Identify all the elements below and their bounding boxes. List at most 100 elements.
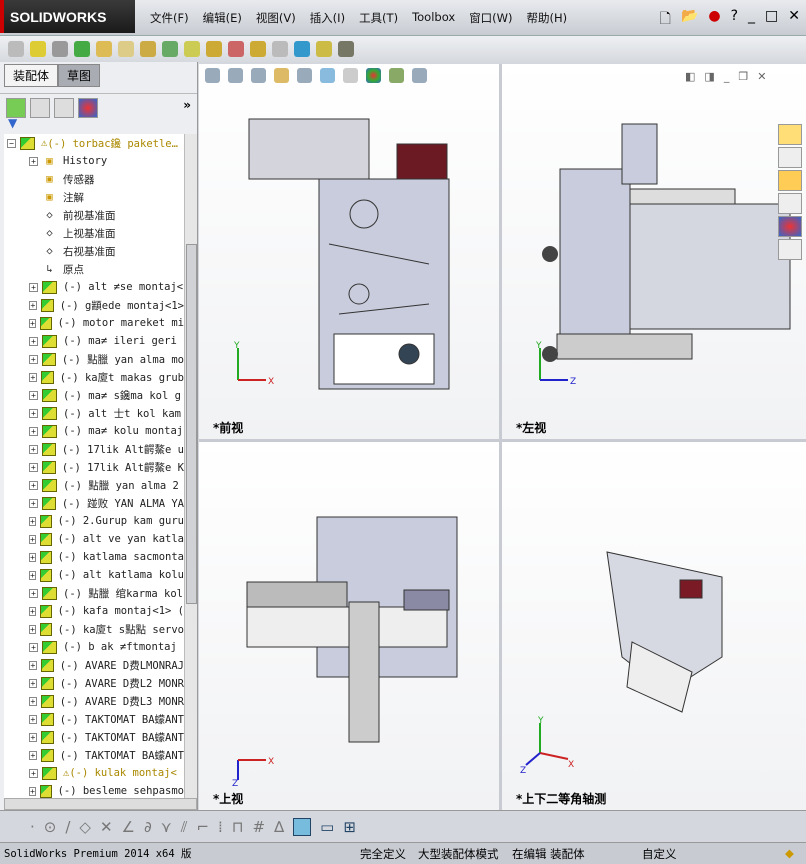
expand-icon[interactable]: + — [29, 534, 37, 544]
menu-view[interactable]: 视图(V) — [256, 10, 296, 26]
expand-icon[interactable]: + — [29, 606, 37, 616]
clearance-icon[interactable] — [316, 41, 332, 57]
expand-icon[interactable]: + — [29, 642, 38, 652]
maximize-button[interactable]: □ — [765, 8, 778, 32]
view-palette-icon[interactable] — [778, 193, 802, 214]
mate-icon[interactable] — [30, 41, 46, 57]
four-view-icon[interactable]: ⊞ — [343, 818, 356, 836]
expand-icon[interactable]: + — [29, 462, 38, 472]
tree-item[interactable]: + (-) AVARE D费L2 MONR — [4, 674, 184, 692]
expand-icon[interactable]: + — [29, 552, 37, 562]
appearance-icon[interactable] — [366, 68, 381, 83]
section-view-icon[interactable] — [274, 68, 289, 83]
tree-root[interactable]: − ⚠ (-) torbac鑱 paketle… — [4, 134, 184, 152]
appearances-icon[interactable] — [778, 216, 802, 237]
expand-icon[interactable]: + — [29, 660, 37, 670]
display-manager-icon[interactable] — [78, 98, 98, 118]
tree-horizontal-scrollbar[interactable] — [4, 798, 197, 810]
expand-icon[interactable]: + — [29, 336, 38, 346]
grid-icon[interactable]: # — [253, 818, 266, 836]
expand-icon[interactable]: + — [29, 696, 37, 706]
expand-icon[interactable]: + — [29, 588, 38, 598]
tree-scrollbar[interactable] — [184, 134, 197, 800]
tree-item[interactable]: + (-) ka廈t makas grub — [4, 368, 184, 386]
explode-line-icon[interactable] — [272, 41, 288, 57]
circle-icon[interactable]: ⊙ — [44, 818, 57, 836]
tree-item[interactable]: + (-) g顓ede montaj<1> — [4, 296, 184, 314]
tree-item[interactable]: + (-) TAKTOMAT BA蠓ANT — [4, 710, 184, 728]
expand-icon[interactable]: + — [29, 354, 38, 364]
tree-item[interactable]: + (-) 2.Gurup kam guru — [4, 512, 184, 530]
expand-icon[interactable]: + — [29, 390, 38, 400]
viewport-splitter-vertical[interactable] — [499, 64, 502, 810]
tree-item[interactable]: ▣ 传感器 — [4, 170, 184, 188]
mirror-icon[interactable]: ⋎ — [161, 818, 172, 836]
angle-icon[interactable]: ∠ — [122, 818, 135, 836]
menu-insert[interactable]: 插入(I) — [310, 10, 345, 26]
expand-icon[interactable]: + — [29, 714, 37, 724]
viewport-close-button[interactable]: ✕ — [757, 70, 766, 83]
view-settings-icon[interactable] — [412, 68, 427, 83]
viewport-minimize-button[interactable]: _ — [724, 70, 730, 83]
insert-component-icon[interactable] — [8, 41, 24, 57]
property-manager-icon[interactable] — [30, 98, 50, 118]
tree-item[interactable]: + (-) 點臘 yan alma mo — [4, 350, 184, 368]
tree-item[interactable]: + (-) TAKTOMAT BA蠓ANT — [4, 746, 184, 764]
tree-item[interactable]: ◇ 右视基准面 — [4, 242, 184, 260]
tree-item[interactable]: + (-) katlama sacmonta — [4, 548, 184, 566]
dimension-icon[interactable]: ⊓ — [232, 818, 244, 836]
tree-item[interactable]: ◇ 上视基准面 — [4, 224, 184, 242]
line-icon[interactable]: / — [65, 818, 70, 836]
performance-icon[interactable] — [338, 41, 354, 57]
expand-icon[interactable]: + — [29, 372, 37, 382]
paperclip-icon[interactable] — [52, 41, 68, 57]
tree-item[interactable]: + (-) kafa montaj<1> ( — [4, 602, 184, 620]
rebuild-icon[interactable]: ● — [708, 8, 720, 32]
viewport-splitter-horizontal[interactable] — [199, 439, 806, 442]
tree-item[interactable]: + (-) AVARE D费L3 MONR — [4, 692, 184, 710]
tag-icon[interactable]: ◆ — [785, 846, 794, 860]
tab-assembly[interactable]: 装配体 — [4, 64, 59, 87]
tree-item[interactable]: + (-) ka廈t s點點 servo — [4, 620, 184, 638]
interference-icon[interactable] — [294, 41, 310, 57]
tree-item[interactable]: + (-) 17lik Alt齶鰲e K — [4, 458, 184, 476]
new-file-icon[interactable]: 🗋 — [660, 8, 671, 32]
tree-item[interactable]: + (-) ma≠ kolu montaj — [4, 422, 184, 440]
tree-item[interactable]: + (-) alt ≠se montaj< — [4, 278, 184, 296]
bom-icon[interactable] — [228, 41, 244, 57]
expand-icon[interactable]: + — [29, 768, 38, 778]
menu-edit[interactable]: 编辑(E) — [203, 10, 242, 26]
tree-item[interactable]: ▣ 注解 — [4, 188, 184, 206]
scene-icon[interactable] — [389, 68, 404, 83]
centerline-icon[interactable]: ⁞ — [218, 818, 223, 836]
expand-icon[interactable]: + — [29, 156, 38, 166]
filter-icon[interactable]: ▼ — [8, 116, 17, 130]
expand-icon[interactable]: + — [29, 426, 38, 436]
design-library-icon[interactable] — [778, 147, 802, 168]
previous-view-icon[interactable] — [251, 68, 266, 83]
expand-icon[interactable]: + — [29, 570, 37, 580]
trim-icon[interactable]: ✕ — [100, 818, 113, 836]
tree-item[interactable]: + (-) alt ve yan katla — [4, 530, 184, 548]
tree-item[interactable]: ◇ 前视基准面 — [4, 206, 184, 224]
new-motion-study-icon[interactable] — [206, 41, 222, 57]
assembly-features-icon[interactable] — [162, 41, 178, 57]
view-3d-icon[interactable] — [293, 817, 312, 836]
menu-help[interactable]: 帮助(H) — [527, 10, 568, 26]
zoom-to-fit-icon[interactable] — [205, 68, 220, 83]
hide-show-icon[interactable] — [343, 68, 358, 83]
tree-item[interactable]: + ⚠ (-) kulak montaj< — [4, 764, 184, 782]
view-orientation-icon[interactable] — [297, 68, 312, 83]
help-icon[interactable]: ? — [731, 8, 738, 32]
tree-item[interactable]: + (-) 點臘 绾karma kol — [4, 584, 184, 602]
file-explorer-icon[interactable] — [778, 170, 802, 191]
display-style-icon[interactable] — [320, 68, 335, 83]
custom-properties-icon[interactable] — [778, 239, 802, 260]
expand-icon[interactable]: + — [29, 516, 37, 526]
units-selector[interactable]: 自定义 — [642, 846, 677, 862]
tree-item[interactable]: + (-) b ak ≠ftmontaj — [4, 638, 184, 656]
minimize-button[interactable]: _ — [748, 8, 755, 32]
tab-sketch[interactable]: 草图 — [58, 64, 101, 87]
expand-icon[interactable]: + — [29, 300, 37, 310]
feature-tree-icon[interactable] — [6, 98, 26, 118]
